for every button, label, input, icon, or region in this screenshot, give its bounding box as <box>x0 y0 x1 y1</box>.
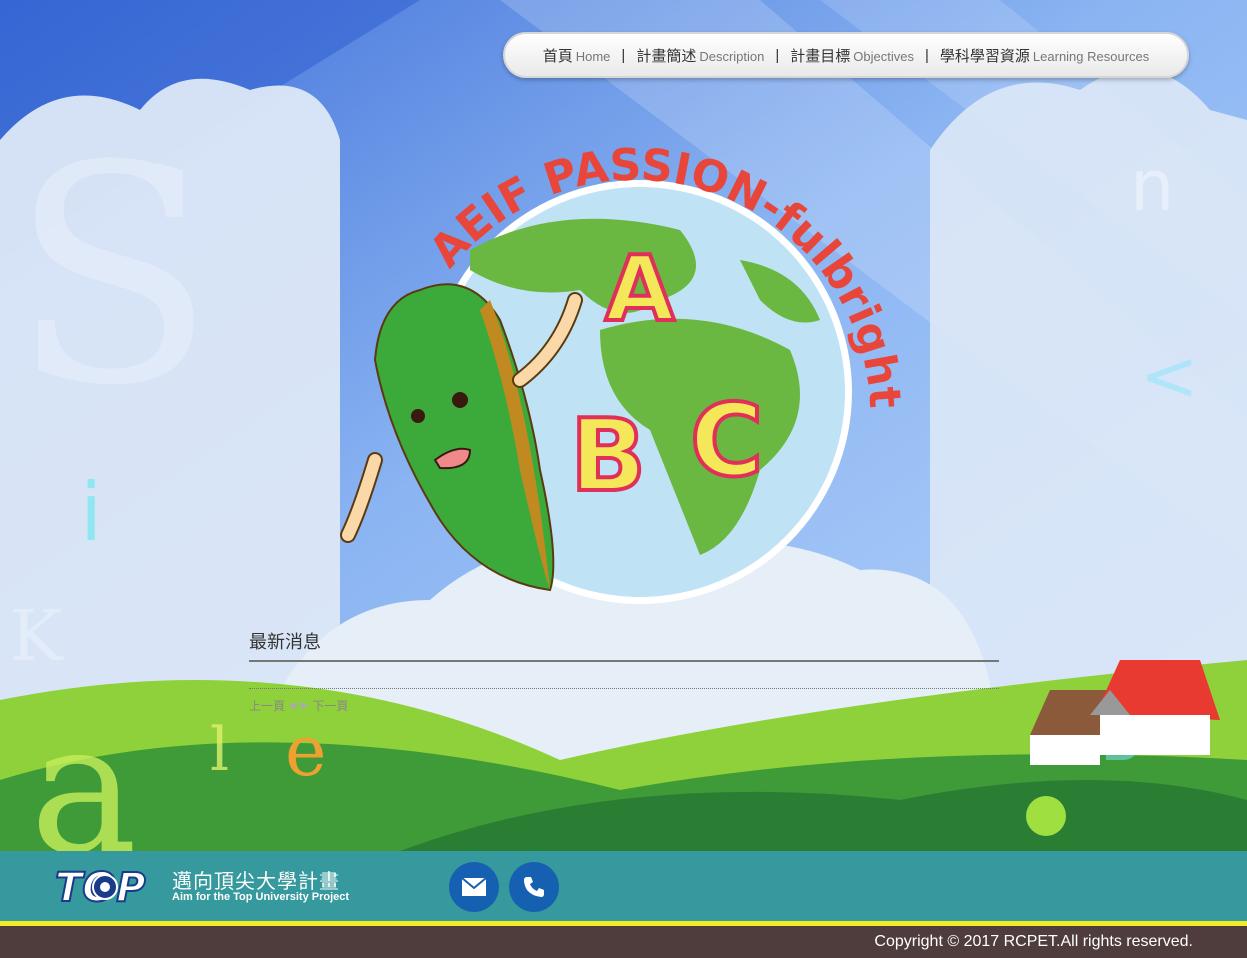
phone-icon <box>524 877 544 897</box>
nav-label-en: Objectives <box>853 48 914 64</box>
logo-letter-b: B <box>570 397 646 514</box>
footer: TOP 邁向頂尖大學計畫 Aim for the Top University … <box>0 851 1247 921</box>
nav-label-cn: 計畫目標 <box>790 47 851 65</box>
mail-button[interactable] <box>449 862 499 912</box>
nav-separator: | <box>925 46 929 64</box>
nav-separator: | <box>621 46 626 64</box>
svg-text:a: a <box>30 685 137 851</box>
copyright-bar: Copyright © 2017 RCPET.All rights reserv… <box>0 926 1247 958</box>
prev-arrow-icon[interactable]: ◀ <box>289 700 297 711</box>
prev-page-link[interactable]: 上一頁 <box>249 697 285 714</box>
svg-text:S: S <box>10 102 216 451</box>
top-logo: TOP <box>54 863 167 912</box>
svg-text:<: < <box>1140 335 1199 417</box>
nav-label-en: Description <box>699 48 765 64</box>
logo-letter-a: A <box>605 237 675 342</box>
nav-label-en: Home <box>575 48 611 64</box>
phone-button[interactable] <box>509 862 559 912</box>
svg-text:e: e <box>285 710 326 792</box>
copyright-text: Copyright © 2017 RCPET.All rights reserv… <box>874 933 1193 950</box>
next-arrow-icon[interactable]: ▶ <box>301 700 309 711</box>
top-nav: 首頁 Home | 計畫簡述 Description | 計畫目標 Objective… <box>503 32 1189 78</box>
nav-item-learning-resources[interactable]: 學科學習資源 Learning Resources <box>940 45 1149 66</box>
nav-item-description[interactable]: 計畫簡述 Description <box>636 45 764 66</box>
nav-label-cn: 學科學習資源 <box>939 47 1030 65</box>
mail-icon <box>461 877 487 896</box>
top-project-cn: 邁向頂尖大學計畫 <box>172 871 340 893</box>
top-project-en: Aim for the Top University Project <box>172 891 350 903</box>
news-title: 最新消息 <box>249 628 999 662</box>
svg-text:l: l <box>210 715 229 785</box>
svg-text:K: K <box>10 595 64 677</box>
background-illustration: S i n < K a e l B AEIF PASSION-fulbright… <box>0 0 1247 851</box>
news-pager: 上一頁 ◀ ▶ 下一頁 <box>249 697 999 714</box>
nav-item-objectives[interactable]: 計畫目標 Objectives <box>790 45 914 66</box>
news-list <box>249 662 999 689</box>
nav-label-cn: 首頁 <box>542 47 573 65</box>
news-section: 最新消息 上一頁 ◀ ▶ 下一頁 <box>249 628 999 714</box>
next-page-link[interactable]: 下一頁 <box>312 697 348 714</box>
svg-text:n: n <box>1130 145 1174 227</box>
nav-label-en: Learning Resources <box>1032 48 1150 64</box>
nav-separator: | <box>775 46 780 64</box>
nav-label-cn: 計畫簡述 <box>636 47 697 65</box>
logo-letter-c: C <box>690 382 763 499</box>
nav-item-home[interactable]: 首頁 Home <box>543 45 611 66</box>
svg-text:i: i <box>80 466 102 559</box>
